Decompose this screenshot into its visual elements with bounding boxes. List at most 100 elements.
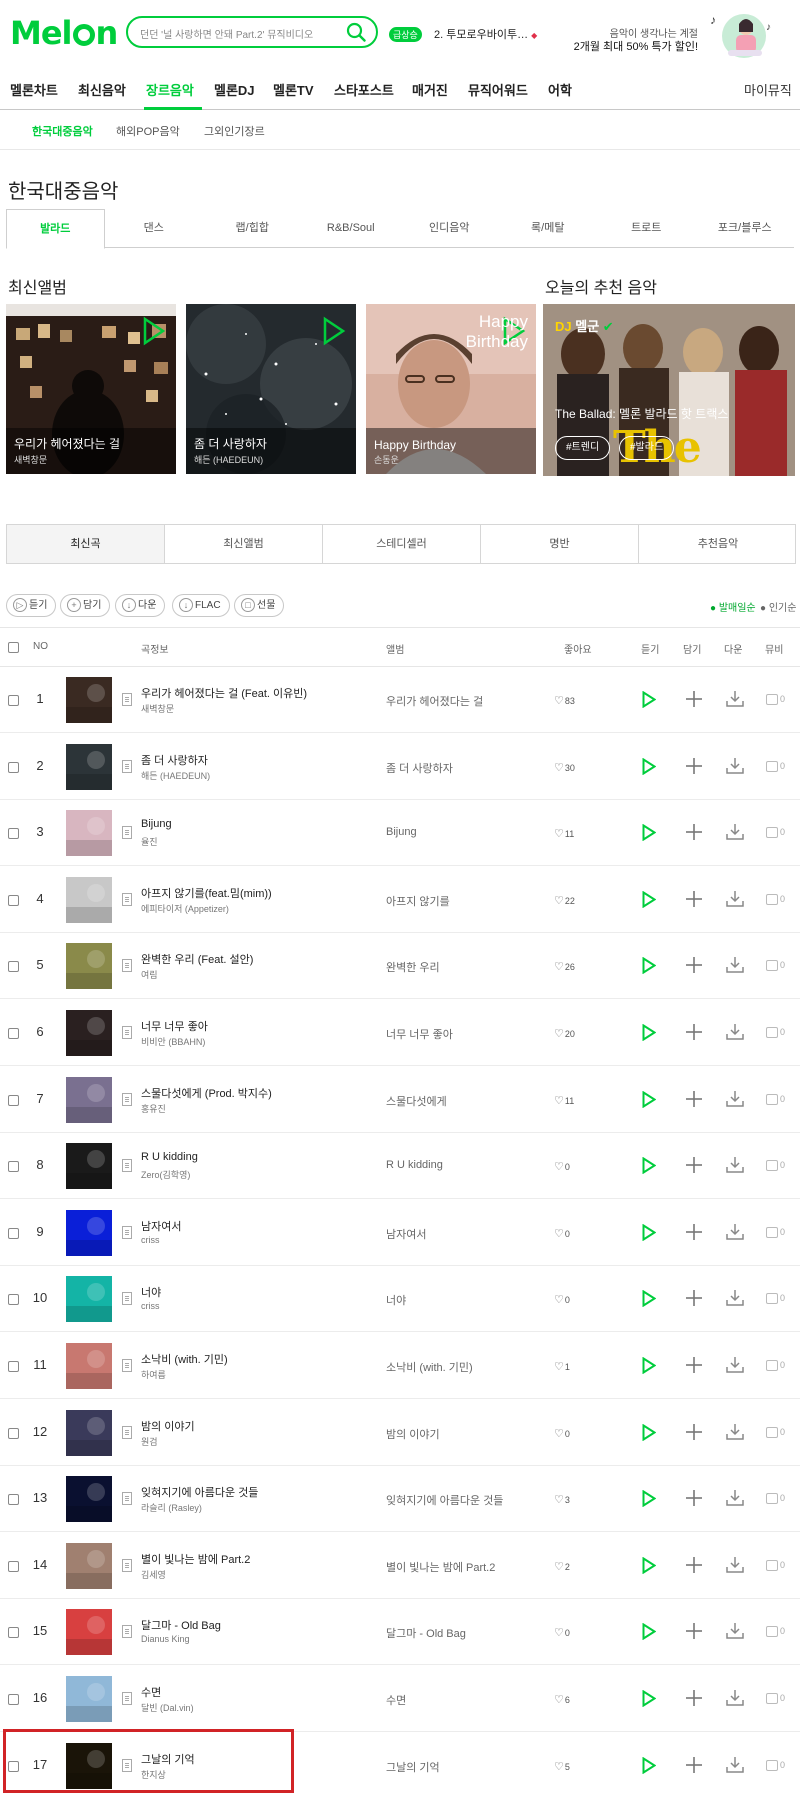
download-icon[interactable]: [726, 890, 744, 908]
recommend-playlist-card[interactable]: DJ 멜군 ✔ The Ballad: 멜론 발라드 핫 트랙스 The Bal…: [543, 304, 795, 476]
play-icon[interactable]: [642, 1423, 656, 1441]
latest-album-card[interactable]: 우리가 헤어졌다는 걸 새벽창문: [6, 304, 176, 474]
row-checkbox[interactable]: [8, 1227, 19, 1239]
play-icon[interactable]: [642, 1157, 656, 1175]
like-button[interactable]: ♡1: [554, 1360, 570, 1373]
play-icon[interactable]: [642, 1690, 656, 1707]
artist-name[interactable]: 여림: [141, 968, 158, 981]
song-title[interactable]: 잊혀지기에 아름다운 것들: [141, 1484, 361, 1500]
artist-name[interactable]: criss: [141, 1301, 160, 1311]
song-info-icon[interactable]: [122, 693, 132, 706]
album-play-icon[interactable]: [322, 316, 346, 346]
add-icon[interactable]: [686, 1090, 702, 1107]
album-name[interactable]: 달그마 - Old Bag: [386, 1625, 536, 1641]
album-name[interactable]: 수면: [386, 1692, 536, 1708]
album-name[interactable]: 너무 너무 좋아: [386, 1026, 536, 1042]
row-checkbox[interactable]: [8, 1760, 19, 1772]
album-thumbnail[interactable]: [66, 1010, 112, 1056]
album-thumbnail[interactable]: [66, 1343, 112, 1389]
artist-name[interactable]: 비비안 (BBAHN): [141, 1035, 205, 1048]
album-title[interactable]: 우리가 헤어졌다는 걸: [14, 435, 120, 452]
play-icon[interactable]: [642, 1024, 656, 1041]
album-title[interactable]: Happy Birthday: [374, 438, 456, 452]
album-artist[interactable]: 손동운: [374, 453, 399, 466]
like-button[interactable]: ♡3: [554, 1493, 570, 1506]
album-name[interactable]: 완벽한 우리: [386, 959, 536, 975]
song-info-icon[interactable]: [122, 1425, 132, 1439]
list-tab-latest-songs[interactable]: 최신곡: [7, 525, 165, 563]
song-info-icon[interactable]: [122, 1492, 132, 1506]
row-checkbox[interactable]: [8, 1361, 19, 1372]
table-row[interactable]: 12 밤의 이야기 원검 밤의 이야기 ♡0 0: [0, 1400, 800, 1466]
genre-tab-rnb[interactable]: R&B/Soul: [302, 209, 401, 248]
album-name[interactable]: 스물다섯에게: [386, 1093, 536, 1109]
like-button[interactable]: ♡83: [554, 694, 575, 707]
table-row[interactable]: 17 그날의 기억 한지상 그날의 기억 ♡5 0: [0, 1733, 800, 1797]
add-all-button[interactable]: + 담기: [60, 594, 111, 617]
download-icon[interactable]: [726, 757, 744, 775]
mv-icon[interactable]: [766, 1360, 778, 1371]
song-title[interactable]: 너야: [141, 1284, 361, 1300]
album-artist[interactable]: 해든 (HAEDEUN): [194, 453, 263, 466]
select-all-checkbox[interactable]: [8, 642, 19, 653]
album-thumbnail[interactable]: [66, 810, 112, 857]
album-thumbnail[interactable]: [66, 1143, 112, 1190]
song-info-icon[interactable]: [122, 1026, 132, 1039]
play-icon[interactable]: [642, 1756, 656, 1774]
gnb-melon-tv[interactable]: 멜론TV: [273, 80, 314, 99]
genre-tab-hiphop[interactable]: 랩/힙합: [203, 209, 302, 248]
download-icon[interactable]: [726, 690, 744, 708]
download-icon[interactable]: [726, 1223, 744, 1241]
play-icon[interactable]: [642, 1290, 656, 1308]
sort-release-date[interactable]: ● 발매일순: [710, 599, 756, 614]
subnav-korean-pop[interactable]: 한국대중음악: [32, 123, 93, 139]
like-button[interactable]: ♡30: [554, 761, 575, 774]
play-icon[interactable]: [642, 1490, 656, 1508]
album-name[interactable]: 좀 더 사랑하자: [386, 760, 536, 776]
row-checkbox[interactable]: [8, 894, 19, 906]
row-checkbox[interactable]: [8, 1028, 19, 1039]
mv-icon[interactable]: [766, 1693, 778, 1704]
mv-icon[interactable]: [766, 1559, 778, 1571]
song-info-icon[interactable]: [122, 826, 132, 840]
row-checkbox[interactable]: [8, 1560, 19, 1572]
album-thumbnail[interactable]: [66, 1476, 112, 1523]
play-icon[interactable]: [642, 957, 656, 975]
mv-icon[interactable]: [766, 1426, 778, 1438]
mv-icon[interactable]: [766, 1093, 778, 1105]
list-tab-recommended[interactable]: 추천음악: [639, 525, 797, 563]
album-thumbnail[interactable]: [66, 1209, 112, 1256]
like-button[interactable]: ♡26: [554, 960, 575, 973]
song-title[interactable]: 수면: [141, 1684, 361, 1700]
add-icon[interactable]: [686, 757, 702, 774]
table-row[interactable]: 5 완벽한 우리 (Feat. 설안) 여림 완벽한 우리 ♡26 0: [0, 933, 800, 1000]
add-icon[interactable]: [686, 1756, 702, 1773]
add-icon[interactable]: [686, 957, 702, 974]
download-icon[interactable]: [726, 1289, 744, 1307]
song-title[interactable]: 너무 너무 좋아: [141, 1018, 361, 1034]
download-icon[interactable]: [726, 823, 744, 841]
add-icon[interactable]: [686, 1223, 702, 1240]
add-icon[interactable]: [686, 890, 702, 907]
gnb-latest-music[interactable]: 최신음악: [78, 80, 126, 99]
listen-all-button[interactable]: ▷ 듣기: [6, 594, 57, 617]
artist-name[interactable]: 달빈 (Dal.vin): [141, 1701, 194, 1714]
artist-name[interactable]: Dianus King: [141, 1634, 190, 1644]
song-title[interactable]: 밤의 이야기: [141, 1418, 361, 1434]
song-title[interactable]: 아프지 않기를(feat.밈(mim)): [141, 885, 361, 901]
table-row[interactable]: 16 수면 달빈 (Dal.vin) 수면 ♡6 0: [0, 1666, 800, 1732]
album-name[interactable]: 남자여서: [386, 1226, 536, 1242]
genre-tab-dance[interactable]: 댄스: [105, 209, 204, 248]
song-title[interactable]: R U kidding: [141, 1151, 361, 1163]
add-icon[interactable]: [686, 1357, 702, 1373]
add-icon[interactable]: [686, 1623, 702, 1640]
album-thumbnail[interactable]: [66, 677, 112, 723]
play-icon[interactable]: [642, 824, 656, 842]
album-artist[interactable]: 새벽창문: [14, 453, 47, 466]
gnb-language[interactable]: 어학: [548, 80, 572, 99]
table-row[interactable]: 2좀 더 사랑하자 해든 (HAEDEUN) 좀 더 사랑하자 ♡30 0: [0, 734, 800, 800]
play-icon[interactable]: [642, 1623, 656, 1641]
like-button[interactable]: ♡5: [554, 1760, 570, 1773]
row-checkbox[interactable]: [8, 1427, 19, 1439]
album-thumbnail[interactable]: [66, 1076, 112, 1123]
